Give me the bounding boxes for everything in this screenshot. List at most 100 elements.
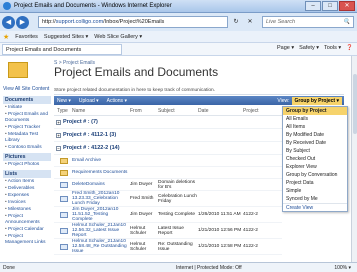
safety-menu[interactable]: Safety ▾ — [299, 45, 319, 51]
cell-date: 1/26/2010 11:51 AM — [198, 212, 241, 217]
group-header[interactable]: + Project # : (7) — [54, 116, 282, 129]
tools-menu[interactable]: Tools ▾ — [324, 45, 341, 51]
col-type[interactable]: Type — [54, 108, 72, 114]
scrollbar-thumb[interactable] — [353, 74, 357, 134]
search-icon[interactable]: 🔍 — [343, 19, 350, 25]
table-row[interactable]: Email Archive — [54, 155, 282, 167]
page-menu[interactable]: Page ▾ — [277, 45, 294, 51]
help-icon[interactable]: ❓ — [346, 45, 353, 51]
suggested-sites-link[interactable]: Suggested Sites ▾ — [44, 34, 88, 40]
view-menu-item[interactable]: Checked Out — [283, 155, 347, 163]
view-dropdown[interactable]: Group by Project ▾ — [291, 96, 342, 105]
nav-heading[interactable]: Lists — [3, 170, 51, 178]
address-input[interactable]: http:// support.colligo.com /Inbox/Proje… — [38, 16, 228, 28]
cell-from: Jim Dwyer — [130, 212, 153, 217]
view-menu: Group by Project All Emails All Items By Mo… — [282, 106, 348, 212]
col-project[interactable]: Project — [243, 108, 265, 114]
web-slice-gallery-link[interactable]: Web Slice Gallery ▾ — [94, 34, 142, 40]
stop-button[interactable]: ✕ — [244, 16, 256, 28]
table-row[interactable]: Helmut Schuler_21Jan10 12.58.48_Re Outst… — [54, 239, 282, 255]
col-from[interactable]: From — [130, 108, 158, 114]
group-header[interactable]: − Project # : 4122-2 (14) — [54, 142, 282, 155]
nav-item[interactable]: Project Calendar — [3, 226, 51, 233]
nav-item[interactable]: Deliverables — [3, 185, 51, 192]
cell-name[interactable]: Email Archive — [72, 158, 130, 163]
nav-heading[interactable]: Pictures — [3, 153, 51, 161]
nav-item[interactable]: Project Photos — [3, 161, 51, 168]
view-menu-item[interactable]: Create View — [283, 203, 347, 211]
view-menu-item[interactable]: Simple — [283, 187, 347, 195]
col-subject[interactable]: Subject — [158, 108, 198, 114]
group-header[interactable]: + Project # : 4112-1 (3) — [54, 129, 282, 142]
address-buttons: ↻ ✕ — [230, 16, 256, 28]
cell-name[interactable]: Helmut Schuler_21Jan10 12.56.32_Latest I… — [72, 223, 130, 238]
email-icon — [60, 211, 68, 218]
expand-collapse-icon[interactable]: + — [56, 132, 61, 138]
email-icon — [60, 181, 68, 188]
expand-collapse-icon[interactable]: − — [56, 145, 61, 151]
col-name[interactable]: Name — [72, 108, 130, 114]
cell-from: Fred Smith — [130, 196, 154, 201]
table-row[interactable]: Fred Smith_2012an10 13.23.33_Celebration… — [54, 191, 282, 207]
nav-heading[interactable]: Documents — [3, 96, 51, 104]
upload-menu[interactable]: Upload ▾ — [79, 98, 99, 104]
cell-from: Jim Dwyer — [130, 182, 153, 187]
table-row[interactable]: DeleteDomains Jim Dwyer Domain deletions f… — [54, 179, 282, 191]
cell-subject: Domain deletions for B's — [158, 179, 196, 190]
browser-tab[interactable]: Project Emails and Documents — [2, 43, 122, 55]
cell-name[interactable]: DeleteDomains — [72, 182, 130, 187]
nav-item[interactable]: Contoso Emails — [3, 144, 51, 151]
view-menu-item[interactable]: By Subject — [283, 147, 347, 155]
view-menu-item[interactable]: Synced by Me — [283, 195, 347, 203]
search-input[interactable]: Live Search 🔍 — [262, 16, 354, 28]
minimize-button[interactable]: – — [305, 1, 321, 11]
actions-menu[interactable]: Actions ▾ — [107, 98, 127, 104]
nav-item[interactable]: Metadata Test Library — [3, 131, 51, 144]
cell-subject: Re: Outstanding Issue — [158, 241, 193, 252]
nav-item[interactable]: Project Emails and Documents — [3, 111, 51, 124]
view-all-site-content-link[interactable]: View All Site Content — [3, 86, 49, 92]
cell-name[interactable]: Helmut Schuler_21Jan10 12.58.48_Re Outst… — [72, 239, 130, 254]
nav-item[interactable]: Milestones — [3, 206, 51, 213]
nav-item[interactable]: Action Items — [3, 178, 51, 185]
expand-collapse-icon[interactable]: + — [56, 119, 61, 125]
cell-type — [54, 227, 72, 234]
cell-subject: Latest Issue Report — [158, 225, 184, 236]
cell-type — [54, 195, 72, 202]
view-menu-item[interactable]: All Emails — [283, 115, 347, 123]
nav-item[interactable]: Project Tracker — [3, 124, 51, 131]
cell-type — [54, 157, 72, 164]
table-row[interactable]: Jim Dwyer_2012an10 11.51.52_Testing Comp… — [54, 207, 282, 223]
favorites-star-icon[interactable]: ★ — [3, 33, 9, 41]
cell-date: 1/21/2010 12:58 PM — [198, 244, 242, 249]
col-date[interactable]: Date — [198, 108, 243, 114]
back-button[interactable]: ◀ — [2, 15, 15, 29]
nav-item[interactable]: Project Management Links — [3, 233, 51, 246]
nav-item[interactable]: Project Announcements — [3, 213, 51, 226]
cell-name[interactable]: Requirements Documents — [72, 170, 130, 175]
view-menu-item[interactable]: By Modified Date — [283, 131, 347, 139]
nav-item[interactable]: Initiate — [3, 104, 51, 111]
forward-button[interactable]: ▶ — [16, 15, 29, 29]
table-row[interactable]: Helmut Schuler_21Jan10 12.56.32_Latest I… — [54, 223, 282, 239]
nav-item[interactable]: Invoices — [3, 199, 51, 206]
table-row[interactable]: Requirements Documents — [54, 167, 282, 179]
cell-name[interactable]: Jim Dwyer_2012an10 11.51.52_Testing Comp… — [72, 207, 130, 222]
vertical-scrollbar[interactable] — [351, 56, 357, 262]
refresh-button[interactable]: ↻ — [230, 16, 242, 28]
view-menu-item[interactable]: By Received Date — [283, 139, 347, 147]
favorites-button[interactable]: Favorites — [15, 34, 38, 40]
view-menu-item[interactable]: All Items — [283, 123, 347, 131]
view-menu-item[interactable]: Group by Conversation — [283, 171, 347, 179]
zoom-control[interactable]: 100% ▾ — [334, 265, 351, 271]
close-button[interactable]: ✕ — [339, 1, 355, 11]
maximize-button[interactable]: □ — [322, 1, 338, 11]
view-menu-item[interactable]: Group by Project — [283, 107, 347, 115]
cell-name[interactable]: Fred Smith_2012an10 13.23.33_Celebration… — [72, 191, 130, 206]
new-menu[interactable]: New ▾ — [57, 98, 71, 104]
email-icon — [60, 195, 68, 202]
view-menu-item[interactable]: Project Data — [283, 179, 347, 187]
view-menu-item[interactable]: Explorer View — [283, 163, 347, 171]
search-placeholder: Live Search — [266, 19, 296, 25]
nav-item[interactable]: Expenses — [3, 192, 51, 199]
